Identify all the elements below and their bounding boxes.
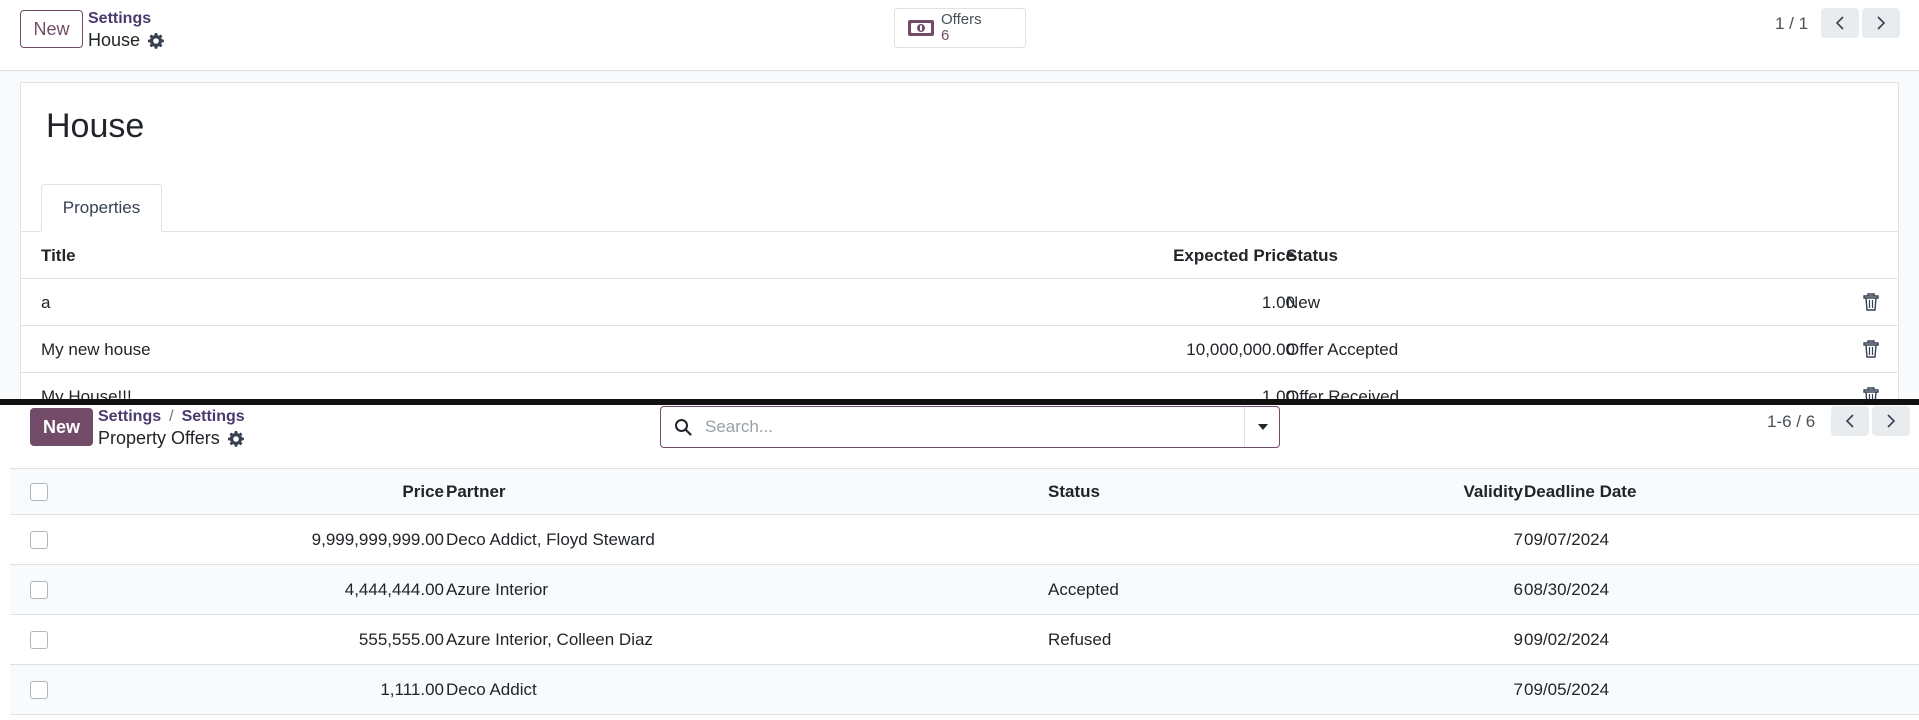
table-row[interactable]: My new house 10,000,000.00 Offer Accepte… — [21, 326, 1898, 373]
trash-icon[interactable] — [1863, 293, 1879, 311]
cell-validity: 6 — [1513, 580, 1523, 599]
cell-status: Accepted — [1048, 580, 1119, 599]
column-header-validity[interactable]: Validity — [1463, 482, 1523, 502]
breadcrumb-current-label: House — [88, 30, 141, 50]
pager-next-button[interactable] — [1872, 406, 1910, 436]
breadcrumb: Settings House — [88, 10, 164, 51]
select-all-checkbox[interactable] — [30, 483, 48, 501]
list-row[interactable]: 555,555.00 Azure Interior, Colleen Diaz … — [10, 615, 1919, 665]
list-row[interactable]: 4,444,444.00 Azure Interior Accepted 6 0… — [10, 565, 1919, 615]
search-input[interactable] — [705, 407, 1225, 447]
pager-value[interactable]: 1-6 / 6 — [1767, 412, 1815, 432]
new-button[interactable]: New — [20, 10, 83, 48]
row-checkbox[interactable] — [30, 631, 48, 649]
table-row[interactable]: My House!!! 1.00 Offer Received — [21, 373, 1898, 400]
gear-icon[interactable] — [227, 430, 244, 447]
list-row[interactable]: 9,999,999,999.00 Deco Addict, Floyd Stew… — [10, 515, 1919, 565]
new-button[interactable]: New — [30, 408, 93, 446]
pager-next-button[interactable] — [1862, 8, 1900, 38]
pager-value[interactable]: 1 / 1 — [1775, 14, 1808, 34]
breadcrumb-settings-link[interactable]: Settings — [182, 408, 245, 426]
breadcrumb-current-label: Property Offers — [98, 428, 220, 448]
breadcrumb-separator: / — [169, 408, 174, 425]
property-type-form-panel: New Settings House Offers 6 1 / 1 House … — [0, 0, 1919, 400]
column-header-partner[interactable]: Partner — [446, 482, 506, 502]
cell-price: 555,555.00 — [358, 630, 444, 649]
column-header-price[interactable]: Price — [402, 482, 444, 502]
chevron-left-icon — [1845, 414, 1854, 428]
trash-icon[interactable] — [1863, 340, 1879, 358]
column-header-status[interactable]: Status — [1286, 246, 1338, 266]
cell-validity: 7 — [1513, 680, 1523, 699]
table-header: Title Expected Price Status — [21, 232, 1898, 279]
breadcrumb-settings-link[interactable]: Settings — [98, 408, 161, 426]
record-title[interactable]: House — [46, 107, 144, 146]
tab-properties[interactable]: Properties — [41, 184, 162, 232]
money-icon — [908, 20, 934, 36]
caret-down-icon — [1257, 424, 1268, 430]
breadcrumb-settings-link[interactable]: Settings — [88, 10, 164, 28]
cell-deadline-date: 09/07/2024 — [1524, 530, 1610, 549]
cell-expected-price: 10,000,000.00 — [1186, 340, 1295, 359]
cell-deadline-date: 09/05/2024 — [1524, 680, 1610, 699]
table-row[interactable]: a 1.00 New — [21, 279, 1898, 326]
stat-value: 6 — [941, 27, 950, 44]
form-sheet: House Properties Title Expected Price St… — [20, 82, 1899, 400]
search-bar — [660, 406, 1280, 448]
breadcrumb-current: House — [88, 30, 164, 51]
search-icon — [675, 419, 692, 436]
cell-validity: 7 — [1513, 530, 1523, 549]
cell-status: New — [1286, 293, 1321, 312]
pager-previous-button[interactable] — [1831, 406, 1869, 436]
pager-previous-button[interactable] — [1821, 8, 1859, 38]
column-header-status[interactable]: Status — [1048, 482, 1100, 502]
cell-price: 4,444,444.00 — [344, 580, 444, 599]
offers-stat-button[interactable]: Offers 6 — [894, 8, 1026, 48]
chevron-right-icon — [1877, 16, 1886, 30]
cell-title: My new house — [41, 340, 151, 359]
cell-partner: Deco Addict — [446, 680, 537, 699]
cell-title: a — [41, 293, 51, 312]
cell-price: 9,999,999,999.00 — [311, 530, 444, 549]
cell-partner: Azure Interior — [446, 580, 549, 599]
row-checkbox[interactable] — [30, 531, 48, 549]
cell-partner: Deco Addict, Floyd Steward — [446, 530, 655, 549]
row-checkbox[interactable] — [30, 681, 48, 699]
column-header-deadline-date[interactable]: Deadline Date — [1524, 482, 1636, 502]
property-offers-list-panel: New Settings / Settings Property Offers … — [0, 405, 1919, 720]
cell-partner: Azure Interior, Colleen Diaz — [446, 630, 653, 649]
search-options-toggle[interactable] — [1244, 407, 1280, 447]
chevron-left-icon — [1835, 16, 1844, 30]
cell-price: 1,111.00 — [380, 680, 444, 699]
chevron-right-icon — [1887, 414, 1896, 428]
properties-table: Title Expected Price Status a 1.00 New M… — [21, 232, 1898, 400]
cell-validity: 9 — [1513, 630, 1523, 649]
list-row[interactable]: 1,111.00 Deco Addict 7 09/05/2024 — [10, 665, 1919, 715]
row-checkbox[interactable] — [30, 581, 48, 599]
list-header: Price Partner Status Validity Deadline D… — [10, 468, 1919, 515]
cell-status: Offer Accepted — [1286, 340, 1399, 359]
cell-deadline-date: 09/02/2024 — [1524, 630, 1610, 649]
column-header-title[interactable]: Title — [41, 246, 76, 266]
gear-icon[interactable] — [148, 32, 164, 49]
cell-deadline-date: 08/30/2024 — [1524, 580, 1610, 599]
cell-status: Refused — [1048, 630, 1112, 649]
control-panel: New Settings House Offers 6 1 / 1 — [0, 0, 1919, 71]
offers-list: Price Partner Status Validity Deadline D… — [10, 468, 1919, 715]
breadcrumb: Settings / Settings Property Offers — [98, 408, 245, 449]
stat-label: Offers — [941, 11, 982, 28]
breadcrumb-current: Property Offers — [98, 428, 245, 449]
column-header-expected-price[interactable]: Expected Price — [1173, 246, 1295, 266]
